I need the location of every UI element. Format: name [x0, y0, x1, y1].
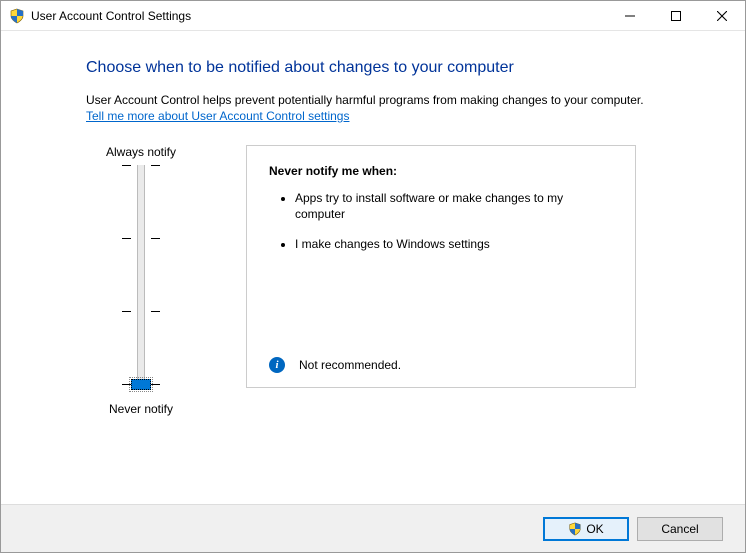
page-subtext: User Account Control helps prevent poten… — [86, 93, 685, 107]
minimize-button[interactable] — [607, 1, 653, 30]
slider-bottom-label: Never notify — [86, 402, 196, 416]
description-panel: Never notify me when: Apps try to instal… — [246, 145, 636, 388]
ok-button-label: OK — [586, 522, 603, 536]
main-row: Always notify Never notify Never notify … — [86, 145, 685, 422]
slider-top-label: Always notify — [86, 145, 196, 159]
description-title: Never notify me when: — [269, 164, 613, 178]
slider-groove — [137, 165, 145, 390]
slider-column: Always notify Never notify — [86, 145, 196, 422]
content-area: Choose when to be notified about changes… — [1, 31, 745, 504]
cancel-button-label: Cancel — [661, 522, 698, 536]
maximize-button[interactable] — [653, 1, 699, 30]
recommendation-text: Not recommended. — [299, 358, 401, 372]
shield-icon — [9, 8, 25, 24]
description-list: Apps try to install software or make cha… — [269, 190, 613, 253]
ok-button[interactable]: OK — [543, 517, 629, 541]
info-icon: i — [269, 357, 285, 373]
uac-settings-window: User Account Control Settings Choose whe… — [0, 0, 746, 553]
notification-level-slider[interactable] — [122, 165, 160, 390]
slider-thumb[interactable] — [131, 379, 151, 390]
window-controls — [607, 1, 745, 30]
slider-tick — [122, 238, 160, 239]
page-heading: Choose when to be notified about changes… — [86, 59, 685, 77]
description-bullet: I make changes to Windows settings — [295, 236, 613, 252]
shield-icon — [568, 522, 582, 536]
help-link[interactable]: Tell me more about User Account Control … — [86, 109, 349, 123]
titlebar: User Account Control Settings — [1, 1, 745, 31]
button-bar: OK Cancel — [1, 504, 745, 552]
description-footer: i Not recommended. — [269, 357, 401, 373]
description-bullet: Apps try to install software or make cha… — [295, 190, 613, 222]
cancel-button[interactable]: Cancel — [637, 517, 723, 541]
slider-tick — [122, 165, 160, 166]
window-title: User Account Control Settings — [31, 9, 191, 23]
slider-tick — [122, 311, 160, 312]
close-button[interactable] — [699, 1, 745, 30]
